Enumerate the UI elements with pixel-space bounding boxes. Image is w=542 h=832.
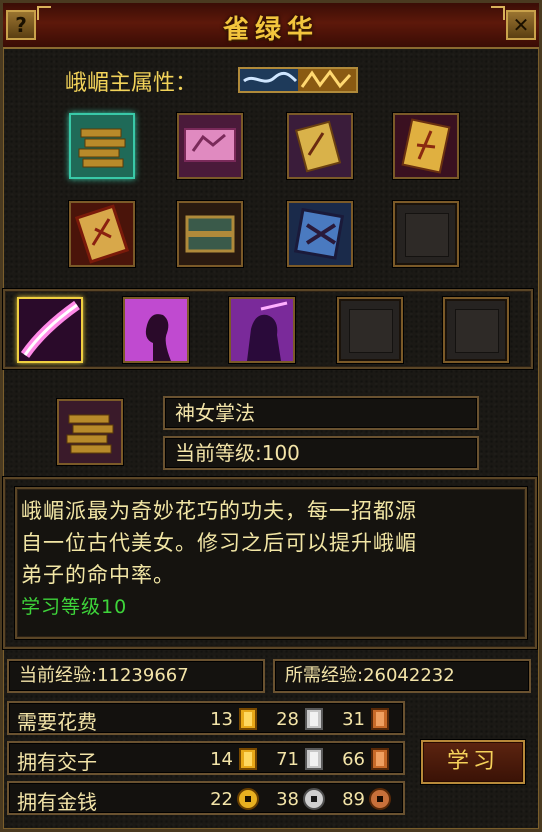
copper-jiaozi-icon [371,748,389,770]
cost-row-money: 拥有金钱 22 38 89 [7,781,405,815]
scroll-book-icon [71,115,133,177]
manual-book-icon [71,203,133,265]
gold-amount: 22 [210,789,233,810]
current-exp-field: 当前经验:11239667 [7,659,265,693]
attribute-bar [238,67,358,93]
description-line-3: 弟子的命中率。 [21,563,175,587]
empty-slot-icon [455,309,499,353]
skill-book-slot-5[interactable] [69,201,135,267]
gold-jiaozi-icon [239,748,257,770]
window-title: 雀绿华 [222,15,319,45]
veiled-figure-icon [231,299,293,361]
cost-label: 拥有交子 [17,750,97,774]
copper-jiaozi-icon [371,708,389,730]
selected-skill-icon-slot [57,399,123,465]
manual-book-icon [289,115,351,177]
skill-name-field: 神女掌法 [163,396,479,430]
skill-book-slot-1[interactable] [69,113,135,179]
attribute-element-icon [240,69,356,91]
gold-amount: 14 [210,749,233,770]
pink-scroll-icon [179,115,241,177]
copper-coin-icon [369,788,391,810]
empty-slot-icon [405,213,449,257]
required-exp-field: 所需经验:26042232 [273,659,531,693]
skill-window: ? 雀绿华 ✕ 峨嵋主属性： 神女掌法 当前等级:100 峨嵋派最为奇妙花巧的功… [0,0,542,832]
skill-book-slot-3[interactable] [287,113,353,179]
copper-amount: 31 [342,709,365,730]
skill-book-slot-7[interactable] [287,201,353,267]
silver-jiaozi-icon [305,748,323,770]
close-button[interactable]: ✕ [506,10,536,40]
cost-label: 拥有金钱 [17,790,97,814]
copper-amount: 66 [342,749,365,770]
skill-slot-4-empty[interactable] [337,297,403,363]
skill-slot-2[interactable] [123,297,189,363]
palm-strike-icon [19,299,81,361]
skill-level-field: 当前等级:100 [163,436,479,470]
cost-row-jiaozi: 拥有交子 14 71 66 [7,741,405,775]
cost-row-need: 需要花费 13 28 31 [7,701,405,735]
skill-slot-3[interactable] [229,297,295,363]
copper-amount: 89 [342,789,365,810]
silver-amount: 71 [276,749,299,770]
blue-manual-icon [289,203,351,265]
scroll-book-icon [59,401,121,463]
manual-book-icon [395,115,457,177]
skill-slot-1[interactable] [17,297,83,363]
gold-jiaozi-icon [239,708,257,730]
silver-amount: 28 [276,709,299,730]
gold-amount: 13 [210,709,233,730]
description-line-1: 峨嵋派最为奇妙花巧的功夫，每一招都源 [21,499,417,523]
skill-book-slot-2[interactable] [177,113,243,179]
close-icon: ✕ [512,13,530,37]
skill-book-slot-8-empty[interactable] [393,201,459,267]
skill-book-slot-6[interactable] [177,201,243,267]
learn-button[interactable]: 学习 [421,740,525,784]
learn-level-text: 学习等级10 [21,596,128,618]
title-bar[interactable]: ? 雀绿华 ✕ [3,3,539,49]
gold-coin-icon [237,788,259,810]
description-line-2: 自一位古代美女。修习之后可以提升峨嵋 [21,531,417,555]
skill-book-slot-4[interactable] [393,113,459,179]
chest-book-icon [179,203,241,265]
goddess-silhouette-icon [125,299,187,361]
empty-slot-icon [349,309,393,353]
silver-coin-icon [303,788,325,810]
silver-amount: 38 [276,789,299,810]
attribute-label: 峨嵋主属性： [65,71,198,96]
cost-label: 需要花费 [17,710,97,734]
skill-slot-5-empty[interactable] [443,297,509,363]
silver-jiaozi-icon [305,708,323,730]
skill-description: 峨嵋派最为奇妙花巧的功夫，每一招都源 自一位古代美女。修习之后可以提升峨嵋 弟子… [21,495,526,623]
